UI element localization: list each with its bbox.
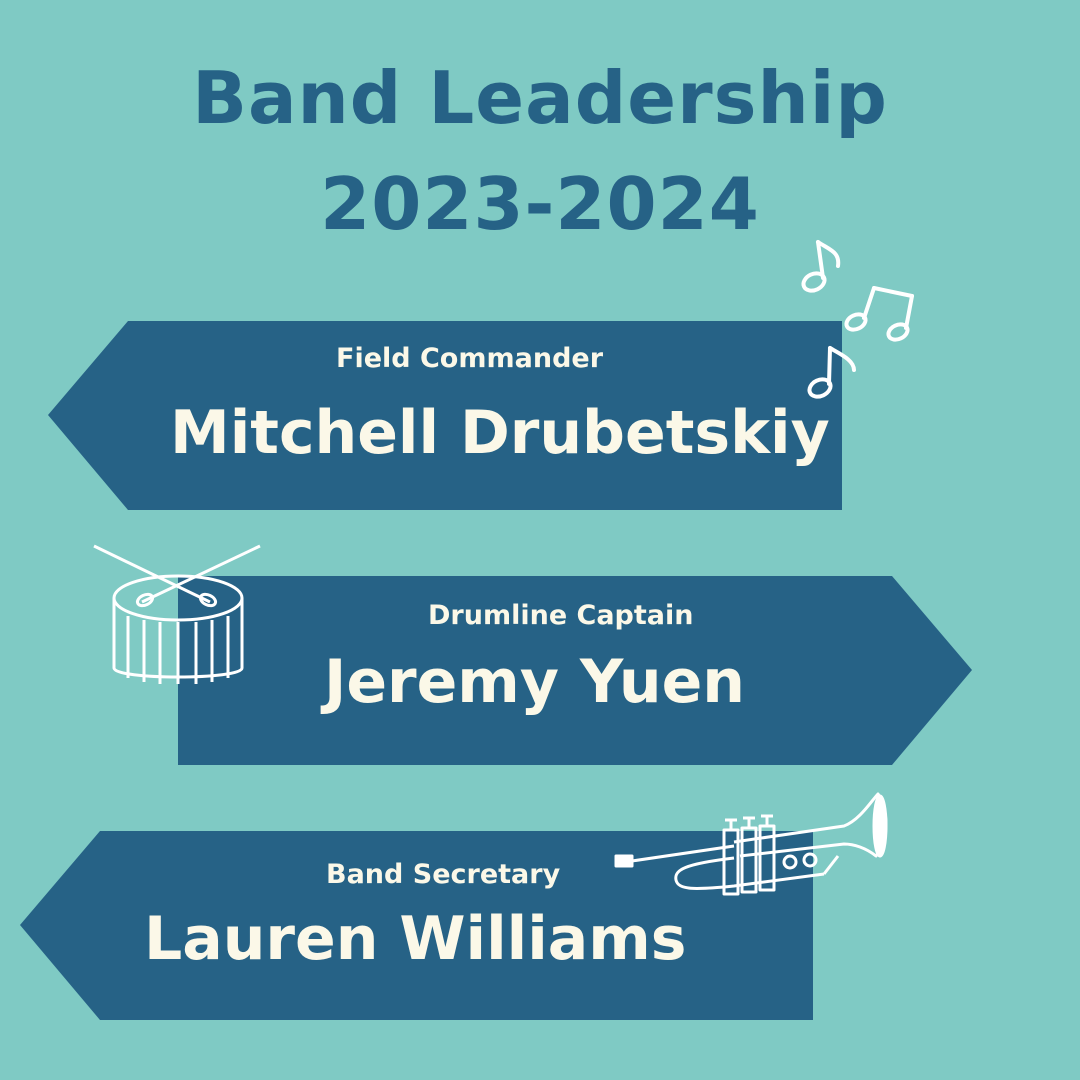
trumpet-icon — [614, 792, 888, 896]
drum-icon — [93, 544, 261, 684]
role-label: Drumline Captain — [428, 600, 694, 631]
page-subtitle-year: 2023-2024 — [320, 162, 760, 246]
page-title: Band Leadership — [192, 56, 888, 140]
person-name: Lauren Williams — [144, 904, 687, 974]
role-label: Band Secretary — [326, 859, 561, 890]
person-name: Mitchell Drubetskiy — [170, 398, 830, 468]
sign-field-commander: Field Commander Mitchell Drubetskiy — [48, 321, 842, 510]
role-label: Field Commander — [336, 343, 604, 374]
music-notes-icon — [801, 240, 914, 399]
person-name: Jeremy Yuen — [324, 647, 746, 717]
sign-drumline-captain: Drumline Captain Jeremy Yuen — [178, 576, 972, 765]
